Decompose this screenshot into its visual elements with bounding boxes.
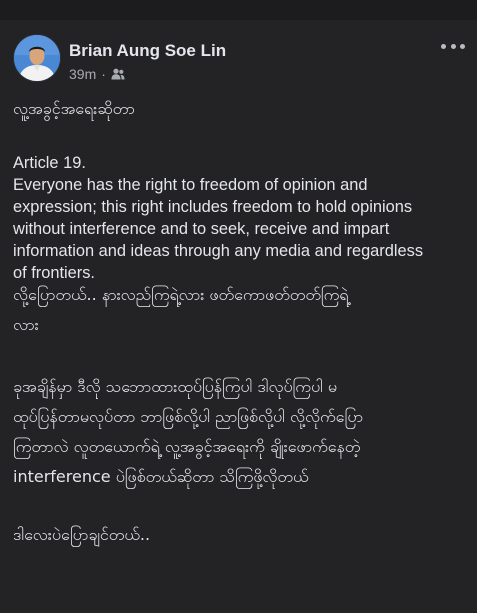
post-line: of frontiers. <box>13 264 95 282</box>
post-card: Brian Aung Soe Lin 39m · လူ့အခွင့်အရေးဆိ… <box>0 20 477 613</box>
separator-dot: · <box>101 66 106 82</box>
top-bar <box>0 0 477 20</box>
author-name[interactable]: Brian Aung Soe Lin <box>69 41 226 61</box>
more-dots-icon[interactable] <box>441 38 465 54</box>
post-line: ထုပ်ပြန်တာမလုပ်တာ ဘာဖြစ်လို့ပါ ညာဖြစ်လို… <box>13 407 364 426</box>
friends-icon[interactable] <box>111 68 125 80</box>
post-meta: 39m · <box>69 66 125 82</box>
post-line: လား <box>13 315 39 334</box>
post-text: လူ့အခွင့်အရေးဆိုတာ Article 19. Everyone … <box>13 98 468 546</box>
post-line: Article 19. <box>13 154 86 172</box>
post-line: expression; this right includes freedom … <box>13 198 413 216</box>
post-line: ခုအချိန်မှာ ဒီလို သဘောထားထုပ်ပြန်ကြပါ ဒါ… <box>13 377 338 396</box>
post-line: information and ideas through any media … <box>13 242 424 260</box>
post-line: Everyone has the right to freedom of opi… <box>13 176 368 194</box>
post-line: ဒါလေးပဲပြောချင်တယ်.. <box>13 525 151 544</box>
avatar[interactable] <box>13 34 61 82</box>
post-line: ကြတာလဲ လူတယောက်ရဲ့ လူ့အခွင့်အရေးကို ချို… <box>13 437 361 456</box>
post-time[interactable]: 39m <box>69 66 96 82</box>
post-line: လူ့အခွင့်အရေးဆိုတာ <box>13 99 135 118</box>
post-line: လို့ပြောတယ်.. နားလည်ကြရဲ့လား ဖတ်ကောဖတ်တတ… <box>13 285 349 304</box>
post-line: without interference and to seek, receiv… <box>13 220 390 238</box>
post-line: interference ပဲဖြစ်တယ်ဆိုတာ သိကြဖို့လိုတ… <box>13 467 309 486</box>
